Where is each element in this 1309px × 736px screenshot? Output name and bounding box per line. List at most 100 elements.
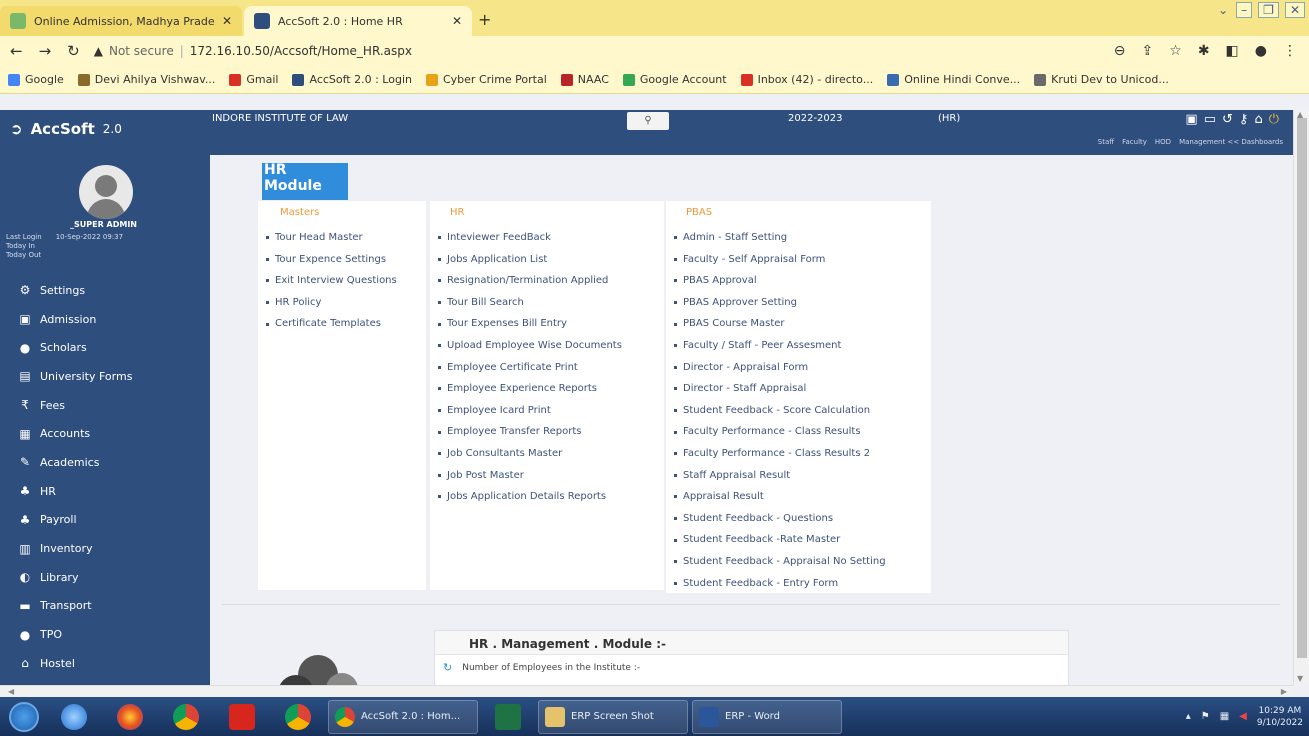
module-link[interactable]: Job Post Master: [438, 465, 656, 487]
new-tab-button[interactable]: +: [478, 10, 491, 29]
module-link[interactable]: Tour Bill Search: [438, 292, 656, 314]
module-link[interactable]: Exit Interview Questions: [266, 270, 418, 292]
taskbar-ie[interactable]: [48, 700, 100, 734]
bookmark-google-account[interactable]: Google Account: [622, 73, 727, 86]
sidebar-item-transport[interactable]: ▬ Transport: [0, 592, 210, 621]
bookmark-naac[interactable]: NAAC: [560, 73, 609, 86]
chevron-down-icon[interactable]: ⌄: [1216, 3, 1230, 17]
taskbar-acrobat[interactable]: [216, 700, 268, 734]
module-link[interactable]: Director - Staff Appraisal: [674, 378, 923, 400]
maximize-button[interactable]: ❐: [1258, 2, 1279, 18]
header-search-button[interactable]: ⚲: [627, 112, 669, 130]
module-link[interactable]: Appraisal Result: [674, 486, 923, 508]
bookmark-hindi-converter[interactable]: Online Hindi Conve...: [887, 73, 1020, 86]
sidebar-item-scholars[interactable]: ● Scholars: [0, 333, 210, 362]
forward-icon[interactable]: →: [39, 42, 52, 60]
module-link[interactable]: PBAS Approver Setting: [674, 292, 923, 314]
bookmark-google[interactable]: Google: [8, 73, 64, 86]
sidebar-item-accounts[interactable]: ▦ Accounts: [0, 419, 210, 448]
close-tab-icon[interactable]: ✕: [452, 14, 462, 28]
module-link[interactable]: Employee Experience Reports: [438, 378, 656, 400]
avatar[interactable]: [79, 165, 133, 219]
taskbar-chrome[interactable]: [160, 700, 212, 734]
module-link[interactable]: PBAS Course Master: [674, 313, 923, 335]
module-link[interactable]: Certificate Templates: [266, 313, 418, 335]
network-icon[interactable]: ▦: [1220, 711, 1229, 722]
bookmark-gmail[interactable]: Gmail: [229, 73, 278, 86]
module-link[interactable]: HR Policy: [266, 292, 418, 314]
module-link[interactable]: Jobs Application List: [438, 249, 656, 271]
zoom-icon[interactable]: ⊖: [1114, 43, 1126, 59]
close-window-button[interactable]: ✕: [1284, 2, 1305, 18]
sidebar-item-admission[interactable]: ▣ Admission: [0, 305, 210, 334]
reload-icon[interactable]: ↻: [67, 42, 80, 60]
module-link[interactable]: Faculty / Staff - Peer Assesment: [674, 335, 923, 357]
module-link[interactable]: Tour Head Master: [266, 227, 418, 249]
sidebar-item-university-forms[interactable]: ▤ University Forms: [0, 362, 210, 391]
module-link[interactable]: Student Feedback - Score Calculation: [674, 400, 923, 422]
module-link[interactable]: Admin - Staff Setting: [674, 227, 923, 249]
taskbar-erp-word[interactable]: ERP - Word: [692, 699, 842, 734]
bookmark-accsoft-login[interactable]: AccSoft 2.0 : Login: [292, 73, 412, 86]
scroll-left-icon[interactable]: ◀: [8, 687, 14, 696]
scroll-right-icon[interactable]: ▶: [1281, 687, 1287, 696]
module-link[interactable]: Faculty Performance - Class Results 2: [674, 443, 923, 465]
start-button[interactable]: [4, 700, 44, 734]
share-icon[interactable]: ⇪: [1142, 43, 1154, 59]
taskbar-excel[interactable]: [482, 700, 534, 734]
profile-icon[interactable]: ●: [1255, 43, 1267, 59]
tab-accsoft-home-hr[interactable]: AccSoft 2.0 : Home HR ✕: [244, 6, 472, 36]
flag-icon[interactable]: ⚑: [1201, 711, 1210, 722]
link-hod[interactable]: HOD: [1155, 138, 1171, 146]
vertical-scrollbar[interactable]: ▲ ▼: [1293, 110, 1309, 685]
module-link[interactable]: PBAS Approval: [674, 270, 923, 292]
minimize-button[interactable]: –: [1236, 2, 1253, 18]
star-icon[interactable]: ☆: [1169, 43, 1182, 59]
refresh-icon[interactable]: ↻: [443, 661, 452, 674]
module-link[interactable]: Job Consultants Master: [438, 443, 656, 465]
module-link[interactable]: Faculty - Self Appraisal Form: [674, 249, 923, 271]
link-staff[interactable]: Staff: [1098, 138, 1114, 146]
module-link[interactable]: Inteviewer FeedBack: [438, 227, 656, 249]
sidebar-item-settings[interactable]: ⚙ Settings: [0, 276, 210, 305]
sidebar-item-library[interactable]: ◐ Library: [0, 563, 210, 592]
home-icon[interactable]: ⌂: [1254, 112, 1262, 127]
tab-online-admission[interactable]: Online Admission, Madhya Prade ✕: [0, 6, 242, 36]
module-link[interactable]: Staff Appraisal Result: [674, 465, 923, 487]
taskbar-accsoft-window[interactable]: AccSoft 2.0 : Hom...: [328, 699, 478, 734]
scroll-thumb[interactable]: [1297, 118, 1307, 658]
taskbar-erp-screenshot[interactable]: ERP Screen Shot: [538, 699, 688, 734]
bookmark-davv[interactable]: Devi Ahilya Vishwav...: [77, 73, 215, 86]
module-link[interactable]: Employee Transfer Reports: [438, 421, 656, 443]
horizontal-scrollbar[interactable]: ◀ ▶: [0, 685, 1293, 697]
url-field[interactable]: ▲ Not secure | 172.16.10.50/Accsoft/Home…: [94, 44, 412, 58]
module-link[interactable]: Tour Expenses Bill Entry: [438, 313, 656, 335]
key-icon[interactable]: ⚷: [1239, 112, 1249, 127]
module-link[interactable]: Student Feedback - Appraisal No Setting: [674, 551, 923, 573]
menu-icon[interactable]: ⋮: [1283, 43, 1297, 59]
bookmark-inbox[interactable]: Inbox (42) - directo...: [740, 73, 873, 86]
bookmark-kruti-dev[interactable]: Kruti Dev to Unicod...: [1034, 73, 1169, 86]
screen-icon[interactable]: ▭: [1204, 112, 1216, 127]
module-link[interactable]: Director - Appraisal Form: [674, 357, 923, 379]
module-link[interactable]: Resignation/Termination Applied: [438, 270, 656, 292]
module-link[interactable]: Employee Certificate Print: [438, 357, 656, 379]
sidebar-item-hr[interactable]: ♣ HR: [0, 477, 210, 506]
link-faculty[interactable]: Faculty: [1122, 138, 1147, 146]
module-link[interactable]: Faculty Performance - Class Results: [674, 421, 923, 443]
module-link[interactable]: Student Feedback - Entry Form: [674, 573, 923, 595]
calculator-icon[interactable]: ▣: [1185, 112, 1197, 127]
bookmark-cyber-crime[interactable]: Cyber Crime Portal: [425, 73, 547, 86]
sidebar-item-payroll[interactable]: ♣ Payroll: [0, 506, 210, 535]
module-link[interactable]: Student Feedback - Questions: [674, 508, 923, 530]
app-logo[interactable]: ➲ AccSoft 2.0: [10, 120, 122, 138]
sidebar-item-fees[interactable]: ₹ Fees: [0, 391, 210, 420]
module-link[interactable]: Student Feedback -Rate Master: [674, 529, 923, 551]
extensions-icon[interactable]: ✱: [1198, 43, 1210, 59]
scroll-down-icon[interactable]: ▼: [1297, 674, 1303, 683]
sidebar-item-hostel[interactable]: ⌂ Hostel: [0, 649, 210, 678]
volume-icon[interactable]: ◀: [1239, 711, 1247, 722]
sidebar-item-academics[interactable]: ✎ Academics: [0, 448, 210, 477]
module-link[interactable]: Upload Employee Wise Documents: [438, 335, 656, 357]
tray-arrow-icon[interactable]: ▴: [1186, 711, 1191, 722]
